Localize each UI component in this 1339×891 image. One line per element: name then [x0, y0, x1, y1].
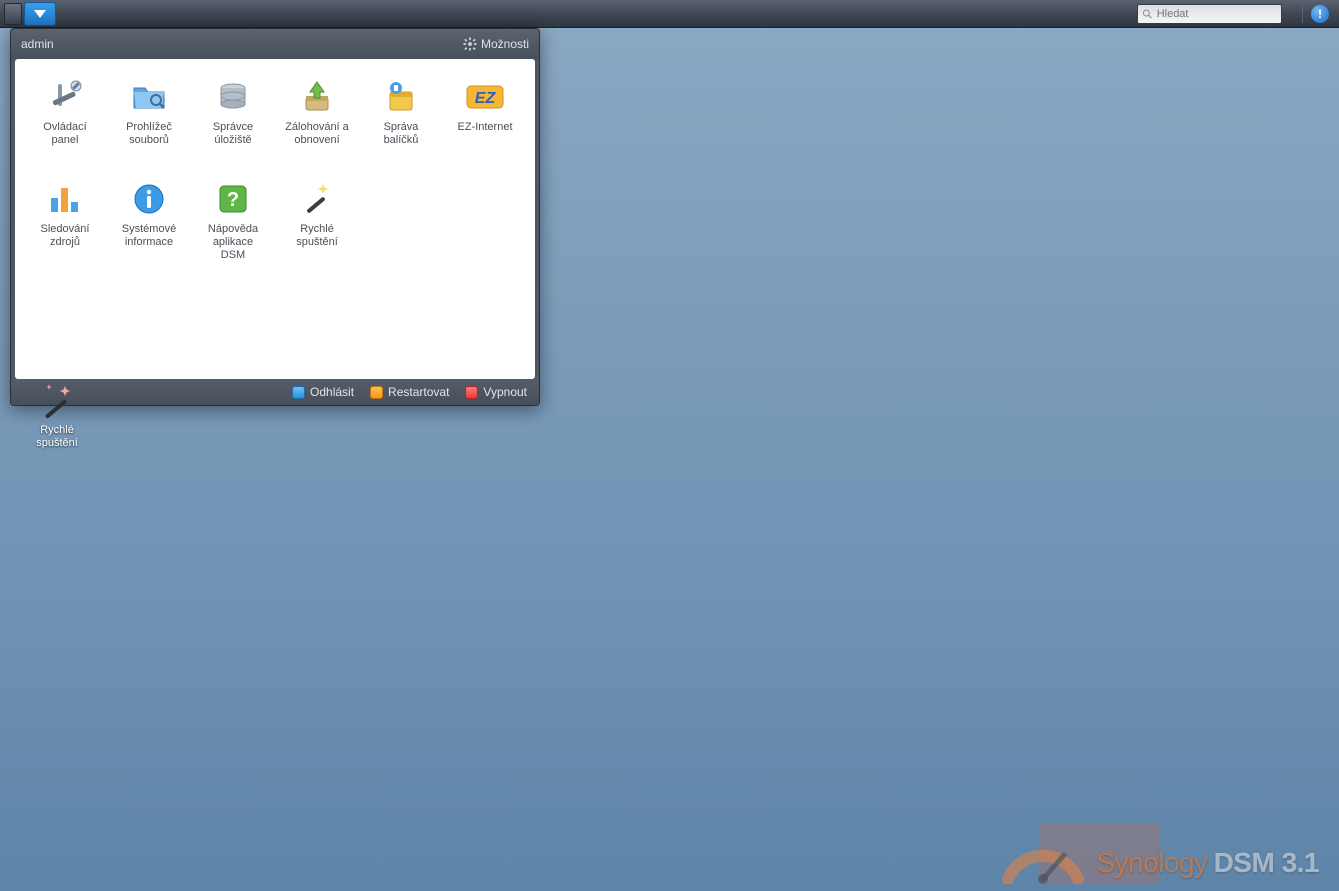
control-panel-icon	[45, 77, 85, 117]
divider	[1302, 5, 1303, 23]
watermark: SynologyDSM 3.1	[998, 829, 1319, 879]
shutdown-button[interactable]: Vypnout	[465, 385, 527, 399]
options-button[interactable]: Možnosti	[463, 37, 529, 51]
info-icon	[129, 179, 169, 219]
username-label: admin	[21, 37, 54, 51]
app-backup-restore[interactable]: Zálohování aobnovení	[275, 73, 359, 151]
app-resource-monitor[interactable]: Sledovánízdrojů	[23, 175, 107, 266]
logout-button[interactable]: Odhlásit	[292, 385, 354, 399]
start-menu-body: Ovládacípanel Prohlížečsouborů	[15, 59, 535, 379]
folder-icon	[129, 77, 169, 117]
notification-icon[interactable]: !	[1311, 5, 1329, 23]
desktop-shortcut-quick-start[interactable]: Rychlé spuštění	[22, 380, 92, 450]
app-storage-manager[interactable]: Správceúložiště	[191, 73, 275, 151]
database-icon	[213, 77, 253, 117]
restart-icon	[370, 386, 383, 399]
watermark-product: DSM 3.1	[1214, 847, 1319, 878]
show-desktop-button[interactable]	[4, 3, 22, 25]
wand-icon	[297, 179, 337, 219]
options-label: Možnosti	[481, 37, 529, 51]
app-package-center[interactable]: Správabalíčků	[359, 73, 443, 151]
app-ez-internet[interactable]: EZ EZ-Internet	[443, 73, 527, 151]
help-icon: ?	[213, 179, 253, 219]
start-menu: admin Možnosti	[10, 28, 540, 406]
search-icon	[1142, 8, 1153, 20]
app-system-info[interactable]: Systémovéinformace	[107, 175, 191, 266]
watermark-brand: Synology	[1096, 847, 1207, 878]
gauge-icon	[998, 829, 1088, 879]
main-menu-button[interactable]	[24, 2, 56, 26]
start-menu-header: admin Možnosti	[11, 29, 539, 59]
svg-text:EZ: EZ	[475, 90, 497, 107]
restart-button[interactable]: Restartovat	[370, 385, 449, 399]
svg-text:?: ?	[227, 189, 239, 211]
app-control-panel[interactable]: Ovládacípanel	[23, 73, 107, 151]
backup-icon	[297, 77, 337, 117]
search-input[interactable]	[1157, 8, 1277, 20]
app-quick-start[interactable]: Rychléspuštění	[275, 175, 359, 266]
logout-icon	[292, 386, 305, 399]
package-icon	[381, 77, 421, 117]
app-dsm-help[interactable]: ? NápovědaaplikaceDSM	[191, 175, 275, 266]
app-file-browser[interactable]: Prohlížečsouborů	[107, 73, 191, 151]
ez-internet-icon: EZ	[465, 77, 505, 117]
search-box[interactable]	[1137, 4, 1282, 24]
desktop-shortcut-label: Rychlé spuštění	[36, 424, 78, 450]
shutdown-icon	[465, 386, 478, 399]
gear-icon	[463, 37, 477, 51]
taskbar: !	[0, 0, 1339, 28]
chevron-down-icon	[32, 8, 48, 20]
wand-icon	[36, 380, 78, 422]
chart-icon	[45, 179, 85, 219]
